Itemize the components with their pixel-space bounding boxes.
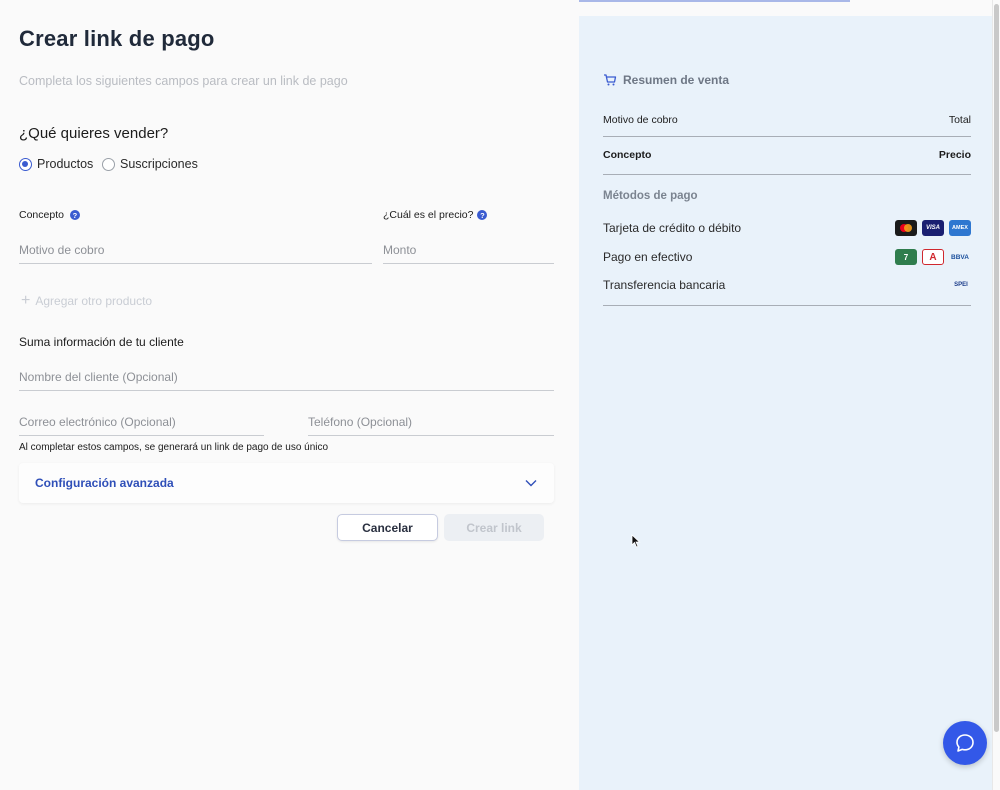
- amex-logo: AMEX: [949, 220, 971, 236]
- divider: [603, 136, 971, 137]
- chat-button[interactable]: [943, 721, 987, 765]
- phone-input[interactable]: [308, 408, 554, 436]
- cart-icon: [604, 74, 617, 86]
- chat-icon: [956, 734, 974, 752]
- advanced-config-toggle[interactable]: Configuración avanzada: [19, 463, 554, 503]
- spei-logo: SPEI: [954, 282, 968, 288]
- summary-title: Resumen de venta: [603, 73, 729, 87]
- method-cash-label: Pago en efectivo: [603, 250, 693, 264]
- summary-title-text: Resumen de venta: [623, 73, 730, 87]
- create-link-button[interactable]: Crear link: [444, 514, 544, 541]
- divider: [603, 174, 971, 175]
- payment-methods-title: Métodos de pago: [603, 190, 698, 202]
- summary-panel: [579, 16, 992, 790]
- concept-input[interactable]: [19, 236, 372, 264]
- cash-logos: 7 A BBVA: [895, 249, 971, 265]
- add-product-label: Agregar otro producto: [35, 294, 153, 308]
- page-subtitle: Completa los siguientes campos para crea…: [19, 74, 348, 88]
- single-use-hint: Al completar estos campos, se generará u…: [19, 442, 329, 453]
- summary-header-row: Concepto Precio: [603, 149, 971, 161]
- farmacias-ahorro-logo: A: [922, 249, 944, 265]
- chevron-down-icon: [525, 480, 537, 487]
- add-product-button[interactable]: + Agregar otro producto: [21, 293, 152, 309]
- radio-suscripciones-label: Suscripciones: [120, 157, 198, 171]
- mouse-cursor-icon: [631, 534, 641, 548]
- transfer-logos: SPEI: [951, 277, 971, 293]
- radio-productos-label: Productos: [37, 157, 94, 171]
- method-card-label: Tarjeta de crédito o débito: [603, 221, 742, 235]
- form-panel: Crear link de pago Completa los siguient…: [0, 0, 579, 790]
- page-title: Crear link de pago: [19, 26, 215, 51]
- mastercard-logo: [895, 220, 917, 236]
- scrollbar-thumb[interactable]: [994, 4, 999, 732]
- summary-reason-row: Motivo de cobro Total: [603, 114, 971, 126]
- reason-label: Motivo de cobro: [603, 114, 678, 126]
- radio-button-checked[interactable]: [19, 157, 32, 171]
- client-section-title: Suma información de tu cliente: [19, 335, 184, 349]
- radio-productos[interactable]: Productos: [19, 157, 93, 171]
- radio-button[interactable]: [102, 157, 115, 171]
- visa-logo: VISA: [922, 220, 944, 236]
- bbva-logo: BBVA: [951, 253, 969, 261]
- radio-suscripciones[interactable]: Suscripciones: [102, 157, 198, 171]
- sell-type-question: ¿Qué quieres vender?: [19, 125, 169, 142]
- help-icon[interactable]: ?: [69, 210, 80, 220]
- client-name-input[interactable]: [19, 363, 554, 391]
- method-transfer: Transferencia bancaria SPEI: [603, 277, 971, 293]
- total-label: Total: [948, 114, 971, 126]
- concept-label: Concepto ?: [19, 209, 80, 221]
- method-cash: Pago en efectivo 7 A BBVA: [603, 249, 971, 265]
- method-card: Tarjeta de crédito o débito VISA AMEX: [603, 220, 971, 236]
- price-header: Precio: [938, 149, 971, 161]
- price-label-text: ¿Cuál es el precio?: [383, 209, 474, 221]
- price-label: ¿Cuál es el precio? ?: [383, 209, 488, 221]
- concept-header: Concepto: [603, 149, 652, 161]
- card-logos: VISA AMEX: [895, 220, 971, 236]
- seven-eleven-logo: 7: [895, 249, 917, 265]
- help-icon[interactable]: ?: [477, 210, 488, 220]
- cancel-button[interactable]: Cancelar: [337, 514, 438, 541]
- advanced-config-label: Configuración avanzada: [35, 476, 174, 490]
- divider: [603, 305, 971, 306]
- plus-icon: +: [21, 292, 31, 309]
- email-input[interactable]: [19, 408, 264, 436]
- price-input[interactable]: [383, 236, 554, 264]
- method-transfer-label: Transferencia bancaria: [603, 278, 726, 292]
- concept-label-text: Concepto: [19, 209, 64, 221]
